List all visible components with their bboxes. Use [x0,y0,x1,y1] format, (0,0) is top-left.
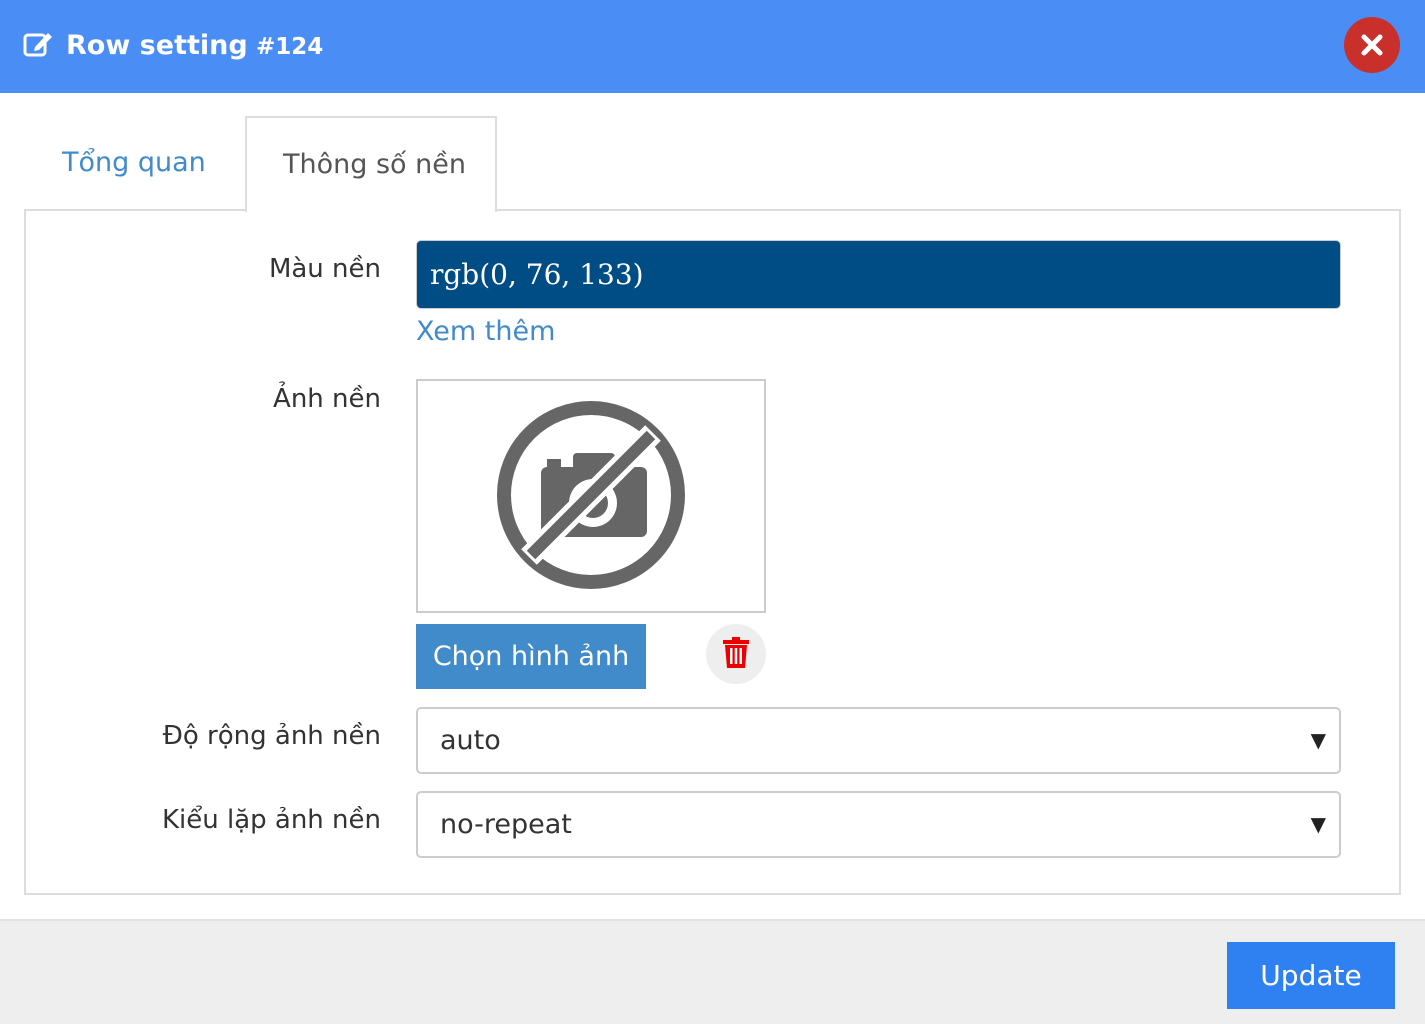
background-size-value: auto [440,725,501,756]
row-id: #124 [256,34,324,60]
background-image-label: Ảnh nền [273,384,381,414]
modal-footer [0,919,1425,1024]
no-camera-icon [497,401,685,589]
tab-overview-label: Tổng quan [62,147,206,178]
background-color-input[interactable]: rgb(0, 76, 133) [416,240,1341,309]
image-preview[interactable] [416,379,766,613]
background-size-label: Độ rộng ảnh nền [162,721,381,751]
background-repeat-label: Kiểu lặp ảnh nền [161,805,381,835]
chevron-down-icon: ▼ [1310,728,1326,752]
edit-icon [23,33,52,57]
modal-header: Row setting #124 [0,0,1425,93]
see-more-link[interactable]: Xem thêm [416,315,555,349]
modal-title: Row setting [66,30,248,61]
trash-icon [723,637,749,668]
chevron-down-icon: ▼ [1310,812,1326,836]
tab-background-settings-label: Thông số nền [283,149,466,180]
close-icon [1361,34,1383,56]
background-size-select[interactable]: auto ▼ [416,707,1341,774]
background-color-label: Màu nền [268,254,381,284]
tab-background-settings[interactable]: Thông số nền [245,116,497,212]
background-repeat-select[interactable]: no-repeat ▼ [416,791,1341,858]
update-button[interactable]: Update [1227,942,1395,1009]
background-repeat-value: no-repeat [440,809,572,840]
choose-image-button[interactable]: Chọn hình ảnh [416,624,646,689]
tab-overview[interactable]: Tổng quan [24,116,246,211]
delete-image-button[interactable] [706,624,766,684]
close-button[interactable] [1344,17,1400,73]
